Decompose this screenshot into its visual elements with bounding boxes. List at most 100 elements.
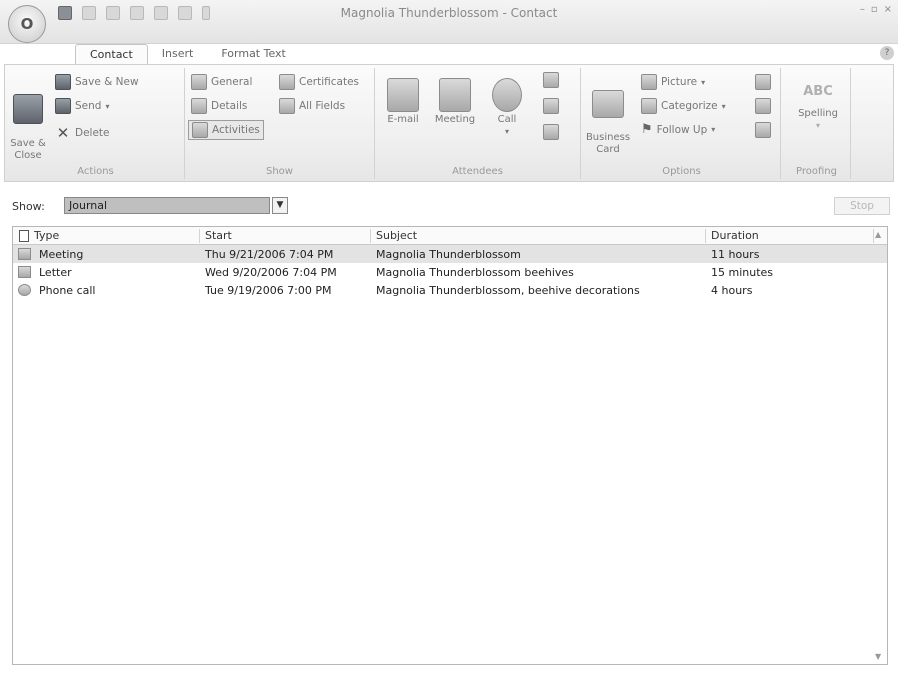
send-icon — [55, 98, 71, 114]
meeting-button[interactable]: Meeting — [429, 78, 481, 126]
cell-subject: Magnolia Thunderblossom, beehive decorat… — [376, 284, 640, 297]
follow-up-button[interactable]: ⚑ Follow Up ▾ — [641, 122, 715, 137]
details-button[interactable]: Details — [191, 98, 247, 114]
general-label: General — [211, 76, 253, 88]
cell-type: Meeting — [39, 248, 84, 261]
cell-type: Phone call — [39, 284, 96, 297]
picture-icon — [641, 74, 657, 90]
picture-button[interactable]: Picture ▾ — [641, 74, 705, 90]
call-button[interactable]: Call ▾ — [487, 78, 527, 138]
scroll-up-icon[interactable]: ▲ — [875, 230, 885, 240]
maximize-icon[interactable]: ▫ — [871, 4, 878, 15]
tab-format-text[interactable]: Format Text — [207, 44, 300, 64]
email-label: E-mail — [387, 114, 419, 125]
cell-type: Letter — [39, 266, 72, 279]
spelling-label: Spelling — [798, 108, 838, 119]
flag-icon: ⚑ — [641, 122, 653, 137]
table-row[interactable]: Meeting Thu 9/21/2006 7:04 PM Magnolia T… — [13, 245, 887, 263]
cell-start: Wed 9/20/2006 7:04 PM — [205, 266, 337, 279]
group-proofing: ABC Spelling ▾ Proofing — [783, 68, 851, 179]
column-divider[interactable] — [199, 229, 200, 243]
window-title: Magnolia Thunderblossom - Contact — [340, 6, 558, 20]
all-fields-icon — [279, 98, 295, 114]
activities-label: Activities — [212, 124, 260, 136]
column-header-start[interactable]: Start — [205, 229, 232, 242]
activities-list: Type Start Subject Duration ▲ Meeting Th… — [12, 226, 888, 665]
save-close-button[interactable]: Save & Close — [9, 82, 47, 162]
close-icon[interactable]: × — [884, 4, 892, 15]
cell-duration: 4 hours — [711, 284, 753, 297]
phone-icon — [492, 78, 522, 112]
delete-label: Delete — [75, 127, 110, 139]
address-card-button[interactable] — [755, 98, 771, 114]
tab-insert[interactable]: Insert — [148, 44, 208, 64]
show-bar: Show: Journal ▼ Stop — [0, 194, 898, 218]
details-label: Details — [211, 100, 248, 112]
map-button[interactable] — [543, 98, 559, 114]
ink-button[interactable] — [755, 122, 771, 138]
column-header-type[interactable]: Type — [19, 229, 59, 242]
all-fields-button[interactable]: All Fields — [279, 98, 345, 114]
private-button[interactable] — [755, 74, 771, 90]
column-header-duration[interactable]: Duration — [711, 229, 759, 242]
group-label-proofing: Proofing — [796, 166, 837, 177]
chevron-down-icon: ▾ — [701, 77, 706, 87]
cell-duration: 11 hours — [711, 248, 760, 261]
scroll-down-icon[interactable]: ▼ — [875, 652, 885, 662]
tab-contact[interactable]: Contact — [75, 44, 148, 64]
business-card-button[interactable]: Business Card — [585, 78, 631, 156]
picture-label: Picture — [661, 76, 698, 88]
business-card-icon — [592, 90, 624, 118]
ribbon: Save & Close Save & New Send ▾ ✕ Delete … — [4, 64, 894, 182]
email-button[interactable]: E-mail — [381, 78, 425, 126]
address-book-button[interactable] — [543, 72, 559, 88]
spelling-button[interactable]: ABC Spelling ▾ — [791, 76, 845, 132]
group-show: General Details Activities Certificates … — [185, 68, 375, 179]
chevron-down-icon: ▾ — [711, 125, 716, 134]
certificates-label: Certificates — [299, 76, 360, 88]
group-label-show: Show — [266, 166, 293, 177]
stop-button[interactable]: Stop — [834, 197, 890, 215]
show-label: Show: — [12, 200, 45, 213]
refresh-icon — [543, 124, 559, 140]
save-new-icon — [55, 74, 71, 90]
group-label-actions: Actions — [77, 166, 114, 177]
save-new-button[interactable]: Save & New — [55, 74, 139, 90]
delete-icon: ✕ — [56, 124, 70, 142]
group-attendees: E-mail Meeting Call ▾ Attendees — [375, 68, 581, 179]
map-icon — [543, 98, 559, 114]
column-divider[interactable] — [873, 229, 874, 243]
categorize-label: Categorize — [661, 100, 718, 112]
group-label-options: Options — [662, 166, 701, 177]
activities-icon — [192, 122, 208, 138]
lock-icon — [755, 74, 771, 90]
cell-subject: Magnolia Thunderblossom beehives — [376, 266, 574, 279]
categorize-button[interactable]: Categorize ▾ — [641, 98, 726, 114]
send-label: Send — [75, 100, 102, 112]
group-actions: Save & Close Save & New Send ▾ ✕ Delete … — [7, 68, 185, 179]
column-divider[interactable] — [370, 229, 371, 243]
all-fields-label: All Fields — [299, 100, 346, 112]
general-button[interactable]: General — [191, 74, 252, 90]
table-row[interactable]: Letter Wed 9/20/2006 7:04 PM Magnolia Th… — [13, 263, 887, 281]
letter-icon — [18, 266, 31, 278]
column-divider[interactable] — [705, 229, 706, 243]
send-button[interactable]: Send ▾ — [55, 98, 109, 114]
delete-button[interactable]: ✕ Delete — [55, 124, 110, 142]
meeting-label: Meeting — [434, 114, 476, 125]
chevron-down-icon: ▾ — [504, 127, 509, 136]
details-icon — [191, 98, 207, 114]
table-row[interactable]: Phone call Tue 9/19/2006 7:00 PM Magnoli… — [13, 281, 887, 299]
minimize-icon[interactable]: – — [860, 4, 865, 15]
email-icon — [387, 78, 419, 112]
show-select[interactable]: Journal — [64, 197, 270, 214]
list-header: Type Start Subject Duration ▲ — [13, 227, 887, 245]
phone-call-icon — [18, 284, 31, 296]
column-header-subject[interactable]: Subject — [376, 229, 417, 242]
certificates-button[interactable]: Certificates — [279, 74, 359, 90]
chevron-down-icon[interactable]: ▼ — [272, 197, 288, 214]
general-icon — [191, 74, 207, 90]
activities-button[interactable]: Activities — [188, 120, 264, 140]
help-icon[interactable]: ? — [880, 46, 894, 60]
refresh-button[interactable] — [543, 124, 559, 140]
